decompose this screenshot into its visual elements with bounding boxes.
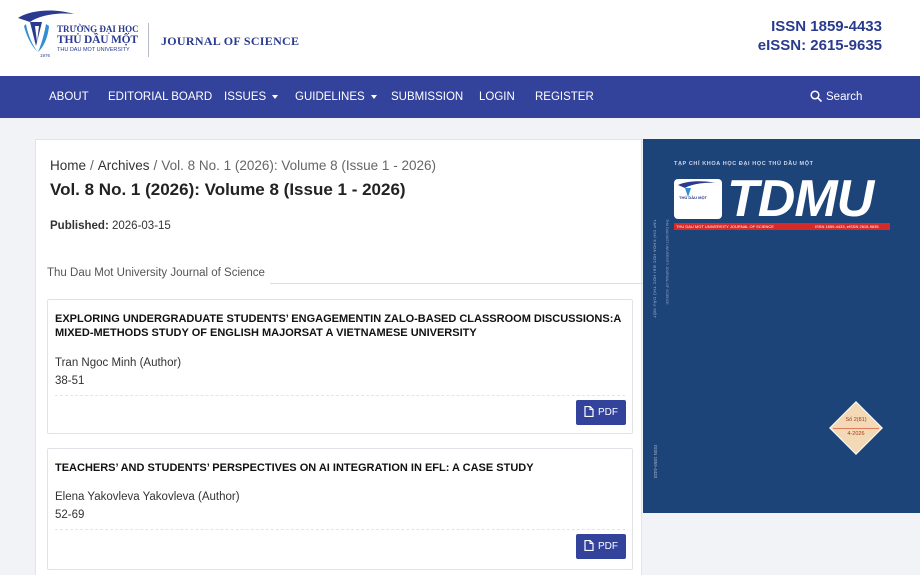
article-title[interactable]: EXPLORING UNDERGRADUATE STUDENTS’ ENGAGE… [55,312,627,340]
header-divider [148,23,149,57]
breadcrumb-separator: / [90,158,94,173]
issue-cover-image[interactable]: TẠP CHÍ KHOA HỌC ĐẠI HỌC THỦ DẦU MỘT TẠP… [643,139,920,513]
article-pages: 52-69 [55,509,85,521]
article-card: EXPLORING UNDERGRADUATE STUDENTS’ ENGAGE… [47,299,633,434]
article-divider [55,529,625,530]
nav-guidelines-label: GUIDELINES [295,91,365,103]
breadcrumb-separator: / [153,158,158,173]
cover-logo-text: THỦ DẦU MỘT [679,195,707,200]
caret-down-icon [272,94,279,99]
article-author: Tran Ngoc Minh (Author) [55,357,182,369]
breadcrumb-current: Vol. 8 No. 1 (2026): Volume 8 (Issue 1 -… [161,158,436,173]
cover-red-band-text: THU DAU MOT UNIVERSITY JOURNAL OF SCIENC… [676,224,774,229]
logo-name-line3: THU DAU MOT UNIVERSITY [57,47,130,53]
breadcrumb: Home / Archives / Vol. 8 No. 1 (2026): Volum… [50,158,436,173]
university-logo[interactable]: TRƯỜNG ĐẠI HỌC THỦ DẦU MỘT THU DAU MOT U… [16,8,139,58]
cover-side-issn: ISSN 1859-4433 [653,444,659,479]
published-info: Published: 2026-03-15 [50,220,171,232]
badge-date: 4-2026 [847,431,865,437]
issue-badge: Số 2(81) 4-2026 [829,401,883,455]
site-header: TRƯỜNG ĐẠI HỌC THỦ DẦU MỘT THU DAU MOT U… [0,0,920,76]
cover-side-text: TẠP CHÍ KHOA HỌC ĐẠI HỌC THỦ DẦU MỘT [652,219,658,319]
cover-wordmark: TDMU [727,170,874,228]
main-navbar: ABOUT EDITORIAL BOARD ISSUES GUIDELINES … [0,76,920,118]
breadcrumb-archives[interactable]: Archives [98,158,150,173]
nav-register[interactable]: REGISTER [535,76,594,118]
caret-down-icon [370,94,377,99]
published-label: Published: [50,220,109,232]
pdf-download-button[interactable]: PDF [576,400,626,425]
issue-content: Home / Archives / Vol. 8 No. 1 (2026): Volum… [35,139,643,575]
badge-line [833,428,879,429]
logo-year: 1976 [40,53,51,58]
pdf-download-button[interactable]: PDF [576,534,626,559]
section-divider [270,283,643,284]
eissn-text: eISSN: 2615-9635 [757,37,882,54]
section-heading: Thu Dau Mot University Journal of Scienc… [47,267,265,279]
search-link[interactable]: Search [810,76,862,118]
search-label: Search [826,91,863,103]
article-author: Elena Yakovleva Yakovleva (Author) [55,491,240,503]
logo-name-line1: TRƯỜNG ĐẠI HỌC [57,24,139,34]
article-pages: 38-51 [55,375,85,387]
nav-issues[interactable]: ISSUES [224,76,279,118]
nav-about[interactable]: ABOUT [49,76,89,118]
logo-name-line2: THỦ DẦU MỘT [57,34,138,46]
search-icon [810,90,822,102]
page-title: Vol. 8 No. 1 (2026): Volume 8 (Issue 1 -… [50,180,406,199]
article-divider [55,395,625,396]
nav-guidelines[interactable]: GUIDELINES [295,76,377,118]
cover-top-text: TẠP CHÍ KHOA HỌC ĐẠI HỌC THỦ DẦU MỘT [674,161,814,167]
nav-editorial-board[interactable]: EDITORIAL BOARD [108,76,212,118]
article-card: TEACHERS’ AND STUDENTS’ PERSPECTIVES ON … [47,448,633,570]
pdf-label: PDF [598,407,618,418]
issn-block: ISSN 1859-4433 eISSN: 2615-9635 [758,17,882,55]
article-title[interactable]: TEACHERS’ AND STUDENTS’ PERSPECTIVES ON … [55,461,627,475]
cover-logo: THỦ DẦU MỘT [674,179,722,219]
nav-login[interactable]: LOGIN [479,76,515,118]
pdf-label: PDF [598,541,618,552]
badge-number: Số 2(81) [845,417,867,423]
cover-red-band-issn: ISSN 1859-4433, eISSN 2615-9635 [815,224,879,229]
file-pdf-icon [584,539,594,552]
journal-name[interactable]: JOURNAL OF SCIENCE [161,34,299,49]
cover-side-text-english: THU DAU MOT UNIVERSITY JOURNAL OF SCIENC… [665,219,669,305]
published-date: 2026-03-15 [111,220,171,232]
breadcrumb-home[interactable]: Home [50,158,86,173]
nav-issues-label: ISSUES [224,91,267,103]
nav-submission[interactable]: SUBMISSION [391,76,463,118]
issn-text: ISSN 1859-4433 [771,18,882,35]
file-pdf-icon [584,405,594,418]
